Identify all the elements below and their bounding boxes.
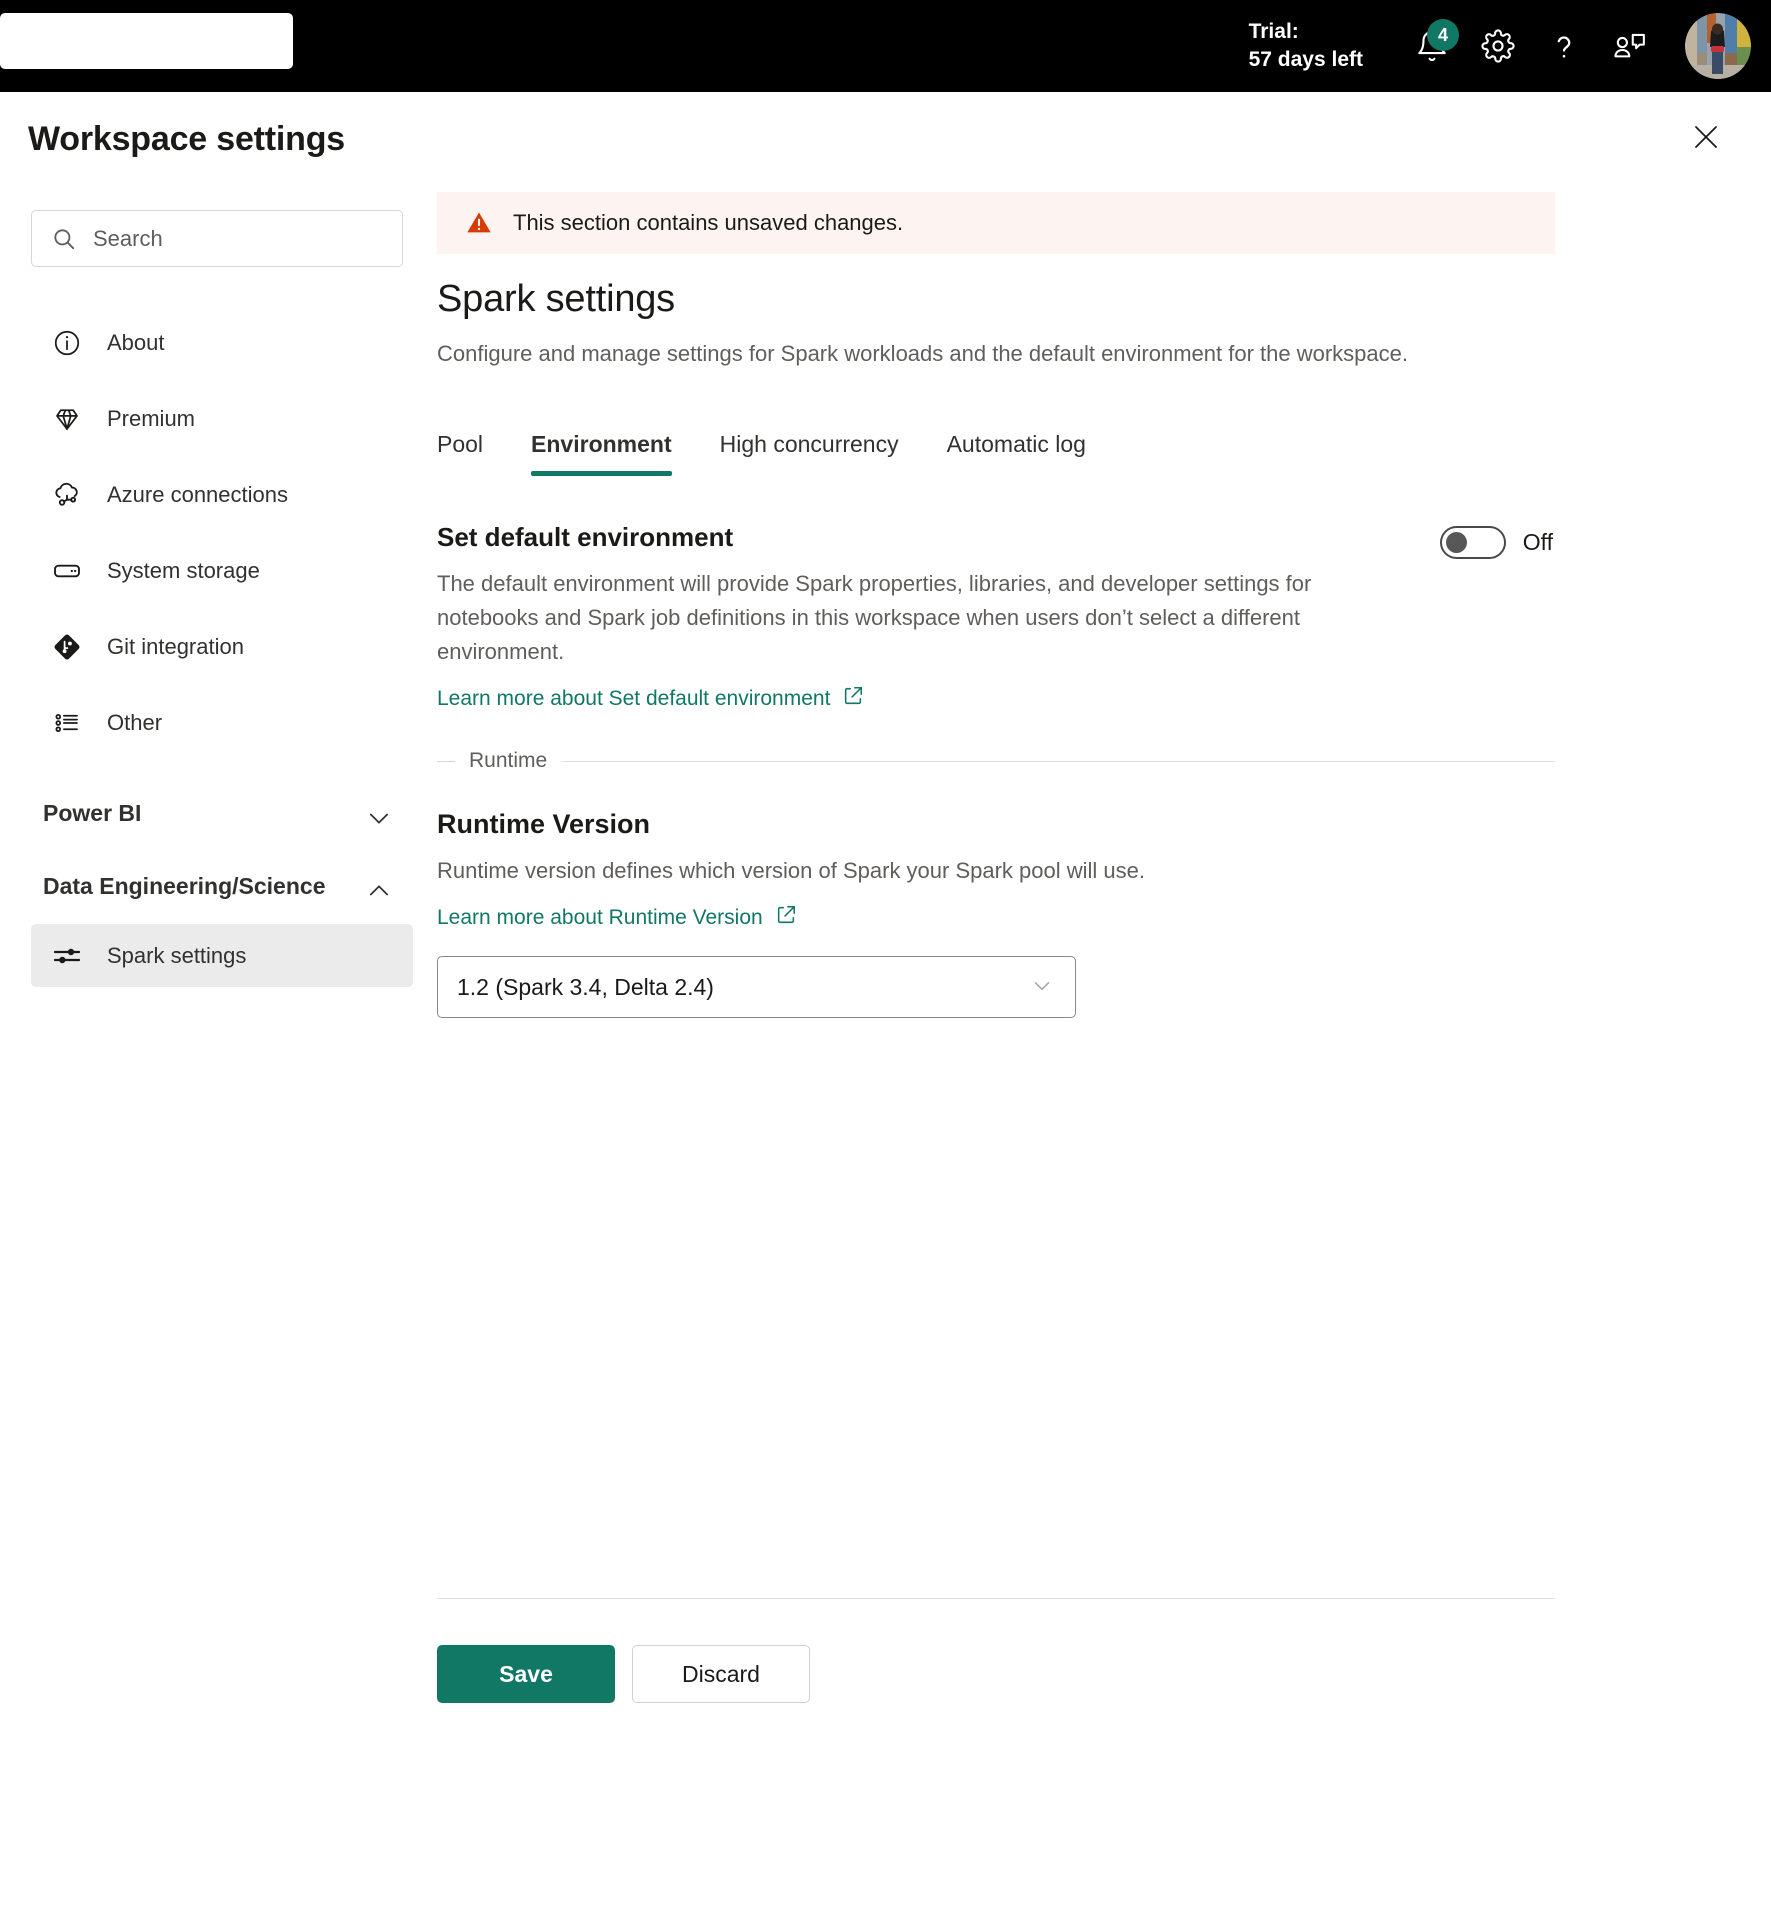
sidebar-item-other[interactable]: Other [31,691,413,754]
section-title: Spark settings [437,278,675,320]
toggle-knob [1445,532,1467,553]
sidebar-subitems: Spark settings [31,924,413,987]
sidebar-section-label: Data Engineering/Science [43,873,326,899]
divider-label: Runtime [469,749,548,773]
external-link-icon [842,685,864,713]
sidebar-item-premium[interactable]: Premium [31,387,413,450]
storage-icon [49,555,85,587]
git-icon [49,631,85,663]
gear-icon [1481,29,1515,63]
sidebar-item-label: Premium [107,405,196,431]
search-placeholder: Search [93,225,163,251]
runtime-version-select[interactable]: 1.2 (Spark 3.4, Delta 2.4) [437,956,1076,1019]
footer-actions: Save Discard [437,1645,1555,1704]
divider-line [561,760,1555,762]
sliders-icon [49,940,85,972]
save-button[interactable]: Save [437,1645,615,1704]
tab-automatic-log[interactable]: Automatic log [923,431,1110,476]
user-avatar[interactable] [1685,13,1751,79]
tab-pool[interactable]: Pool [437,431,507,476]
runtime-version-description: Runtime version defines which version of… [437,858,1145,884]
sidebar-section-data-engineering-science[interactable]: Data Engineering/Science [31,871,413,910]
sidebar-section-label: Power BI [43,800,142,826]
runtime-version-title: Runtime Version [437,809,651,840]
trial-days-left: 57 days left [1248,48,1363,71]
question-mark-icon [1547,29,1581,63]
runtime-section-divider: Runtime [437,749,1555,773]
toggle-switch[interactable] [1439,526,1506,559]
sidebar-item-label: Other [107,709,163,735]
chevron-up-icon [365,877,393,910]
footer-divider [437,1598,1555,1600]
tab-high-concurrency[interactable]: High concurrency [696,431,923,476]
chevron-down-icon [365,804,393,837]
close-icon [1691,122,1721,157]
diamond-icon [49,404,85,434]
search-icon [51,226,77,252]
sidebar-section-power-bi[interactable]: Power BI [31,798,413,837]
divider-dash [437,760,455,762]
settings-button[interactable] [1465,13,1531,79]
sidebar-item-label: Azure connections [107,481,288,507]
sidebar-item-system-storage[interactable]: System storage [31,539,413,602]
runtime-version-selected-value: 1.2 (Spark 3.4, Delta 2.4) [457,973,714,1000]
help-button[interactable] [1531,13,1597,79]
trial-status: Trial: 57 days left [1249,18,1363,74]
set-default-environment-toggle[interactable]: Off [1439,526,1553,559]
sidebar-item-azure-connections[interactable]: Azure connections [31,463,413,526]
dialog-header: Workspace settings [0,92,1771,192]
settings-body: Search About Premium Azure connections S… [0,192,1771,1925]
learn-more-label: Learn more about Runtime Version [437,906,763,930]
sidebar-item-label: System storage [107,557,260,583]
chevron-down-icon [1029,972,1055,1003]
settings-main-panel: This section contains unsaved changes. S… [437,192,1771,1704]
toggle-state-label: Off [1522,529,1553,555]
sidebar-item-label: About [107,329,165,355]
settings-sidebar: Search About Premium Azure connections S… [0,192,437,1000]
sidebar-item-label: Spark settings [107,942,247,968]
feedback-icon [1612,29,1648,63]
set-default-environment-row: Set default environment Off [437,522,1555,559]
cloud-link-icon [49,479,85,511]
top-app-bar: Trial: 57 days left 4 [0,0,1771,92]
page-title: Workspace settings [28,120,345,158]
settings-tablist: Pool Environment High concurrency Automa… [437,414,1555,476]
set-default-environment-title: Set default environment [437,522,734,552]
topbar-right-controls: Trial: 57 days left 4 [1249,0,1761,92]
search-input[interactable]: Search [31,210,403,267]
alert-message: This section contains unsaved changes. [513,210,904,235]
trial-label: Trial: [1248,20,1299,44]
info-icon [49,328,85,358]
warning-triangle-icon [465,209,493,237]
set-default-environment-description: The default environment will provide Spa… [437,571,1312,665]
discard-button[interactable]: Discard [632,1645,810,1704]
sidebar-item-spark-settings[interactable]: Spark settings [31,924,413,987]
section-subtitle: Configure and manage settings for Spark … [437,341,1408,366]
tab-environment[interactable]: Environment [507,431,696,476]
notification-count-badge: 4 [1427,19,1459,51]
feedback-button[interactable] [1597,13,1663,79]
notifications-button[interactable]: 4 [1399,13,1465,79]
learn-more-set-default-environment-link[interactable]: Learn more about Set default environment [437,685,864,713]
learn-more-runtime-version-link[interactable]: Learn more about Runtime Version [437,904,797,932]
sidebar-item-about[interactable]: About [31,311,413,374]
learn-more-label: Learn more about Set default environment [437,687,831,711]
global-search-input[interactable] [0,13,293,69]
unsaved-changes-alert: This section contains unsaved changes. [437,192,1555,254]
list-icon [49,708,85,738]
sidebar-item-label: Git integration [107,633,244,659]
close-button[interactable] [1681,114,1731,164]
external-link-icon [775,904,797,932]
sidebar-item-git-integration[interactable]: Git integration [31,615,413,678]
